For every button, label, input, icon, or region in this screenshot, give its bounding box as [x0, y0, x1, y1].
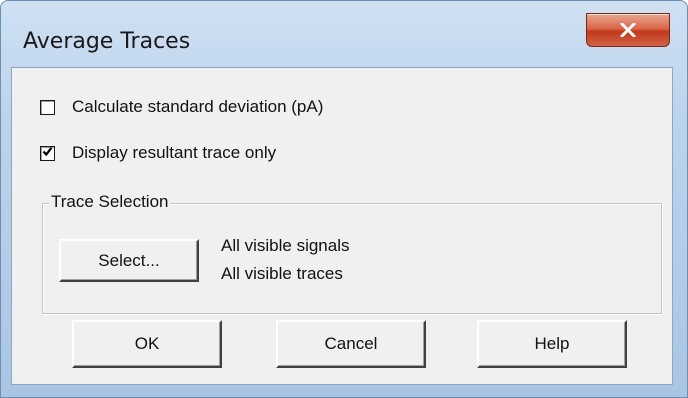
display-resultant-option[interactable]: Display resultant trace only [40, 140, 276, 166]
calc-std-dev-checkbox[interactable] [40, 99, 55, 115]
display-resultant-checkbox[interactable] [40, 144, 55, 162]
close-button[interactable] [586, 13, 670, 47]
checkmark-icon [42, 144, 53, 162]
ok-button[interactable]: OK [72, 320, 222, 368]
selection-summary: All visible signals All visible traces [221, 232, 350, 288]
trace-selection-group: Trace Selection Select... All visible si… [42, 192, 662, 314]
calc-std-dev-label[interactable]: Calculate standard deviation (pA) [72, 97, 323, 117]
window-title: Average Traces [23, 29, 191, 54]
title-bar[interactable]: Average Traces [1, 1, 687, 67]
signals-text: All visible signals [221, 236, 350, 255]
trace-selection-title: Trace Selection [49, 192, 171, 212]
close-icon [620, 23, 636, 37]
dialog-window: Average Traces Calculate standard deviat… [0, 0, 688, 398]
display-resultant-label[interactable]: Display resultant trace only [72, 143, 276, 163]
calc-std-dev-option[interactable]: Calculate standard deviation (pA) [40, 94, 323, 120]
dialog-body: Calculate standard deviation (pA) Displa… [11, 67, 673, 385]
cancel-button[interactable]: Cancel [276, 320, 426, 368]
help-button[interactable]: Help [477, 320, 627, 368]
select-button[interactable]: Select... [59, 239, 199, 282]
traces-text: All visible traces [221, 264, 343, 283]
